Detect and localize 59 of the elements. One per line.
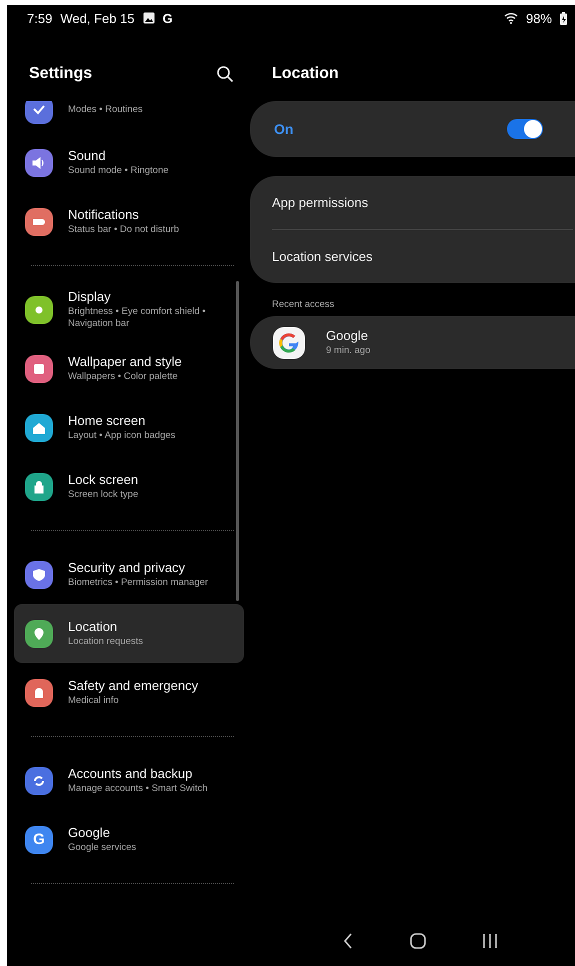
settings-item[interactable]: Accounts and backup Manage accounts • Smart Switch [14, 751, 244, 810]
status-date: Wed, Feb 15 [60, 10, 135, 26]
battery-charging-icon [560, 12, 567, 24]
settings-item[interactable]: Location Location requests [14, 604, 244, 663]
wifi-icon [504, 12, 518, 24]
settings-item[interactable]: Home screen Layout • App icon badges [14, 398, 244, 457]
recents-icon[interactable] [482, 933, 498, 949]
item-subtitle: Sound mode • Ringtone [68, 165, 169, 177]
home-icon[interactable] [410, 933, 426, 949]
menu-item[interactable]: App permissions [272, 176, 573, 229]
gallery-icon [142, 12, 155, 24]
item-subtitle: Status bar • Do not disturb [68, 224, 180, 236]
back-icon[interactable] [342, 933, 354, 949]
item-title: Home screen [68, 413, 146, 428]
item-title: Safety and emergency [68, 678, 198, 693]
settings-title: Settings [29, 65, 94, 83]
item-subtitle: Brightness • Eye comfort shield • Navigation bar [68, 306, 207, 330]
toggle-switch[interactable] [507, 119, 543, 139]
location-toggle-card[interactable]: On [250, 101, 575, 157]
settings-item[interactable]: Safety and emergency Medical info [14, 663, 244, 722]
settings-item[interactable]: Notifications Status bar • Do not disturb [14, 192, 244, 251]
item-subtitle: Location requests [68, 636, 143, 648]
access-time: 9 min. ago [326, 345, 370, 357]
page-title: Location [272, 65, 340, 83]
item-subtitle: Wallpapers • Color palette [68, 371, 179, 383]
search-icon[interactable] [216, 65, 234, 83]
settings-item[interactable]: Security and privacy Biometrics • Permission manager [14, 545, 244, 604]
status-time: 7:59 [27, 10, 52, 26]
settings-item[interactable]: Modes • Routines [14, 101, 244, 133]
settings-item[interactable]: Display Brightness • Eye comfort shield • Navigation bar [14, 280, 244, 339]
item-title: Display [68, 289, 112, 304]
item-title: Sound [68, 148, 107, 163]
item-title: Lock screen [68, 472, 138, 487]
settings-category-icon: G [25, 826, 53, 854]
item-subtitle: Layout • App icon badges [68, 430, 176, 442]
item-subtitle: Screen lock type [68, 489, 138, 501]
google-logo-icon [272, 326, 306, 360]
notification-letter: G [162, 10, 173, 26]
item-title: Accounts and backup [68, 766, 194, 781]
item-subtitle: Biometrics • Permission manager [68, 577, 208, 589]
item-title: Notifications [68, 207, 140, 222]
item-subtitle: Google services [68, 842, 136, 854]
settings-item[interactable]: Wallpaper and style Wallpapers • Color palette [14, 339, 244, 398]
menu-item[interactable]: Location services [272, 229, 573, 283]
settings-item[interactable]: G Google Google services [14, 810, 244, 869]
settings-item[interactable]: Sound Sound mode • Ringtone [14, 133, 244, 192]
item-subtitle: Modes • Routines [68, 104, 143, 116]
recent-app-item[interactable]: Google 9 min. ago [250, 316, 575, 369]
section-heading: Recent access [272, 299, 336, 310]
item-subtitle: Manage accounts • Smart Switch [68, 783, 208, 795]
item-title: Google [68, 825, 111, 840]
item-title: Wallpaper and style [68, 354, 182, 369]
item-title: Location [68, 619, 118, 634]
item-subtitle: Medical info [68, 695, 120, 707]
app-name: Google [326, 328, 369, 343]
toggle-label: On [274, 121, 294, 137]
item-title: Security and privacy [68, 560, 186, 575]
settings-item[interactable]: Lock screen Screen lock type [14, 457, 244, 516]
battery-percent: 98% [526, 10, 552, 26]
